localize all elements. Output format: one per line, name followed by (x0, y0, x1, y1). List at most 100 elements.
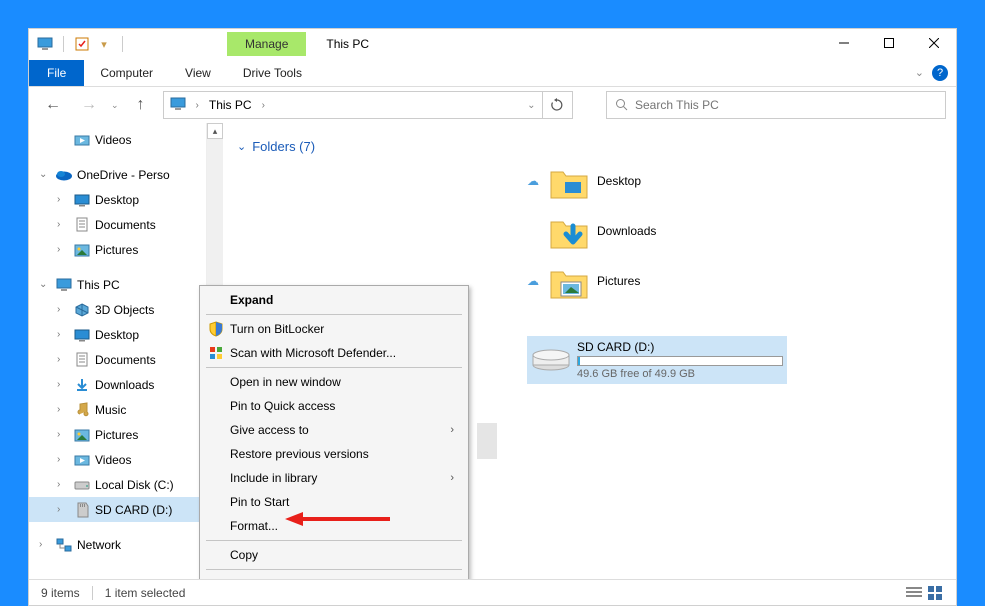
ribbon-collapse-icon[interactable]: ⌄ (915, 66, 924, 79)
up-button[interactable]: ↑ (127, 91, 155, 119)
context-item-pin-to-quick-access[interactable]: Pin to Quick access (202, 394, 466, 418)
context-item-restore-previous-versions[interactable]: Restore previous versions (202, 442, 466, 466)
sidebar-item-onedrive-perso[interactable]: ⌄OneDrive - Perso (29, 162, 206, 187)
sidebar-item-documents[interactable]: ›Documents (29, 347, 206, 372)
folders-section-header[interactable]: ⌄ Folders (7) (227, 133, 936, 166)
chevron-icon[interactable]: › (57, 354, 69, 365)
context-item-label: Restore previous versions (230, 447, 369, 461)
chevron-icon[interactable]: › (57, 504, 69, 515)
context-menu: Expand Turn on BitLocker Scan with Microso… (199, 285, 469, 579)
status-bar: 9 items 1 item selected (29, 579, 956, 605)
file-tab[interactable]: File (29, 60, 84, 86)
minimize-button[interactable] (821, 29, 866, 57)
cloud-status-icon: ☁ (527, 174, 539, 188)
desktop-icon (73, 328, 91, 342)
network-icon (55, 538, 73, 552)
close-button[interactable] (911, 29, 956, 57)
folder-item-downloads[interactable]: ☁Downloads (527, 216, 936, 246)
onedrive-icon (55, 169, 73, 181)
sidebar-item-desktop[interactable]: ›Desktop (29, 187, 206, 212)
context-item-open-in-new-window[interactable]: Open in new window (202, 370, 466, 394)
chevron-icon[interactable]: ⌄ (39, 279, 51, 290)
chevron-icon[interactable]: › (57, 379, 69, 390)
context-item-label: Rename (230, 577, 275, 579)
chevron-icon[interactable]: › (57, 244, 69, 255)
folder-item-desktop[interactable]: ☁Desktop (527, 166, 936, 196)
sidebar-item-sd-card-d-[interactable]: ›SD CARD (D:) (29, 497, 206, 522)
sidebar-item-videos[interactable]: Videos (29, 127, 206, 152)
clipped-selection (477, 423, 497, 459)
refresh-button[interactable] (543, 91, 573, 119)
titlebar: ▾ Manage This PC (29, 29, 956, 59)
context-item-label: Expand (230, 293, 273, 307)
chevron-icon[interactable]: › (57, 304, 69, 315)
recent-dropdown-icon[interactable]: ⌄ (111, 100, 119, 111)
chevron-icon[interactable]: › (39, 539, 51, 550)
sidebar-item-videos[interactable]: ›Videos (29, 447, 206, 472)
context-item-copy[interactable]: Copy (202, 543, 466, 567)
search-input[interactable] (635, 98, 937, 112)
drive-icon (531, 345, 567, 375)
chevron-icon[interactable]: › (57, 219, 69, 230)
sidebar-item-music[interactable]: ›Music (29, 397, 206, 422)
chevron-icon[interactable]: › (57, 194, 69, 205)
properties-qat-icon[interactable] (74, 36, 90, 52)
address-segment[interactable]: This PC (209, 98, 252, 112)
drive-item-sd-card-d-[interactable]: SD CARD (D:)49.6 GB free of 49.9 GB (527, 336, 787, 384)
folder-qat-icon[interactable]: ▾ (96, 36, 112, 52)
folder-item-pictures[interactable]: ☁Pictures (527, 266, 936, 296)
desktop-icon (73, 193, 91, 207)
folder-icon (549, 166, 585, 196)
folder-label: Pictures (597, 274, 640, 288)
folder-label: Downloads (597, 224, 656, 238)
context-item-label: Give access to (230, 423, 309, 437)
chevron-right-icon[interactable]: › (262, 100, 265, 111)
item-count: 9 items (41, 586, 80, 600)
sidebar-item-pictures[interactable]: ›Pictures (29, 422, 206, 447)
details-view-icon[interactable] (906, 586, 922, 600)
sidebar-item-downloads[interactable]: ›Downloads (29, 372, 206, 397)
search-icon (615, 98, 629, 112)
forward-button[interactable]: → (75, 91, 103, 119)
context-item-scan-with-microsoft-defender-[interactable]: Scan with Microsoft Defender... (202, 341, 466, 365)
sidebar-item-desktop[interactable]: ›Desktop (29, 322, 206, 347)
manage-tab[interactable]: Manage (227, 32, 306, 56)
chevron-icon[interactable]: › (57, 329, 69, 340)
separator (122, 36, 123, 52)
context-item-give-access-to[interactable]: Give access to› (202, 418, 466, 442)
maximize-button[interactable] (866, 29, 911, 57)
chevron-icon[interactable]: › (57, 429, 69, 440)
sidebar-item-local-disk-c-[interactable]: ›Local Disk (C:) (29, 472, 206, 497)
ribbon-tab-computer[interactable]: Computer (84, 60, 169, 86)
sidebar-item-3d-objects[interactable]: ›3D Objects (29, 297, 206, 322)
sidebar-item-pictures[interactable]: ›Pictures (29, 237, 206, 262)
context-item-expand[interactable]: Expand (202, 288, 466, 312)
chevron-right-icon[interactable]: › (196, 100, 199, 111)
sidebar-item-this-pc[interactable]: ⌄This PC (29, 272, 206, 297)
tiles-view-icon[interactable] (928, 586, 944, 600)
chevron-icon[interactable]: › (57, 454, 69, 465)
address-dropdown-icon[interactable]: ⌄ (527, 100, 535, 111)
chevron-down-icon: ⌄ (237, 140, 246, 153)
sidebar-item-documents[interactable]: ›Documents (29, 212, 206, 237)
defender-icon (208, 345, 224, 361)
separator (63, 36, 64, 52)
chevron-icon[interactable]: ⌄ (39, 169, 51, 180)
context-separator (206, 540, 462, 541)
context-item-rename[interactable]: Rename (202, 572, 466, 579)
context-item-include-in-library[interactable]: Include in library› (202, 466, 466, 490)
address-bar[interactable]: › This PC › ⌄ (163, 91, 543, 119)
search-box[interactable] (606, 91, 946, 119)
context-item-label: Include in library (230, 471, 317, 485)
explorer-window: ▾ Manage This PC File Computer View Driv… (28, 28, 957, 606)
ribbon-tab-drive-tools[interactable]: Drive Tools (227, 60, 318, 86)
context-item-turn-on-bitlocker[interactable]: Turn on BitLocker (202, 317, 466, 341)
separator (92, 586, 93, 600)
sidebar-item-network[interactable]: ›Network (29, 532, 206, 557)
ribbon-tab-view[interactable]: View (169, 60, 227, 86)
context-item-label: Scan with Microsoft Defender... (230, 346, 396, 360)
chevron-icon[interactable]: › (57, 479, 69, 490)
chevron-icon[interactable]: › (57, 404, 69, 415)
help-icon[interactable]: ? (932, 65, 948, 81)
back-button[interactable]: ← (39, 91, 67, 119)
